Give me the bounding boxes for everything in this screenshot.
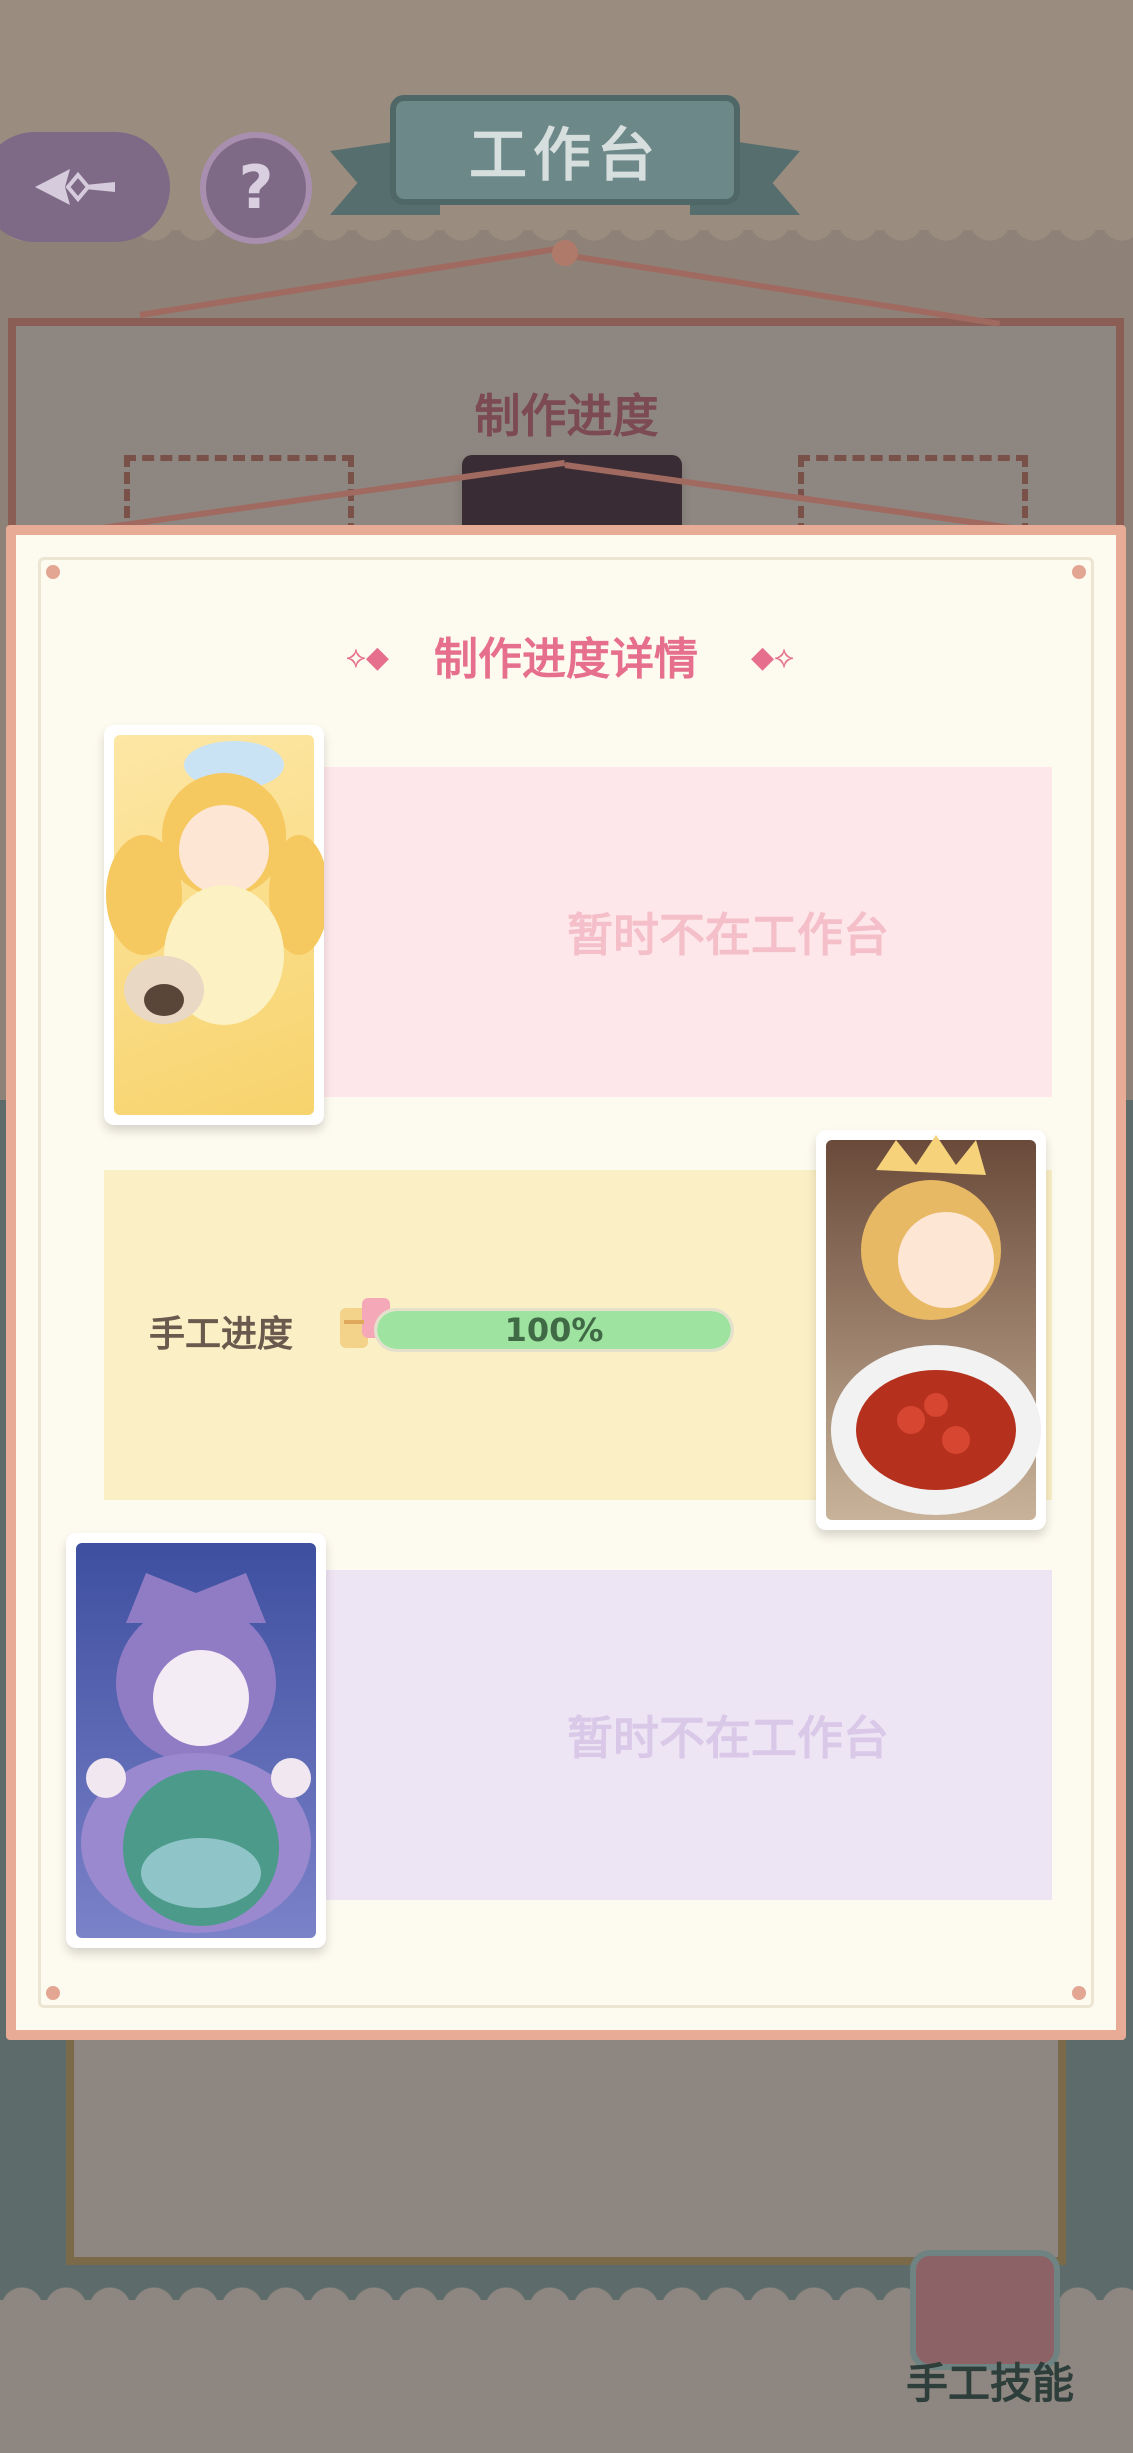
- corner-dot: [46, 565, 60, 579]
- help-button[interactable]: ?: [200, 132, 312, 244]
- page-title: 工作台: [390, 95, 740, 205]
- crafting-progress-detail-modal: ⟡◆ 制作进度详情 ◆⟡ 暂时不在工作台 手工进度 100% 暂时不在工作台: [6, 525, 1126, 2040]
- character-portrait-princess[interactable]: [816, 1130, 1046, 1530]
- hooded-girl-with-globe-icon: [81, 1573, 311, 1933]
- character-portrait-hooded-girl[interactable]: [66, 1533, 326, 1948]
- compass-arrow-icon: [35, 169, 115, 205]
- pin-top: [552, 240, 578, 266]
- title-ornament-right-icon: ◆⟡: [751, 640, 794, 675]
- craft-progress-label: 手工进度: [149, 1314, 294, 1355]
- blonde-girl-with-pug-icon: [106, 741, 324, 1025]
- back-button[interactable]: [0, 132, 170, 242]
- corner-dot: [1072, 565, 1086, 579]
- title-banner: 工作台: [330, 95, 800, 220]
- craft-progress-bar: 100%: [374, 1308, 734, 1352]
- corner-dot: [1072, 1986, 1086, 2000]
- craft-skill-button[interactable]: 手工技能: [880, 2250, 1100, 2430]
- character-portrait-blonde-girl[interactable]: [104, 725, 324, 1125]
- corner-dot: [46, 1986, 60, 2000]
- princess-with-roses-icon: [831, 1135, 1041, 1515]
- help-icon: ?: [238, 153, 274, 223]
- craft-skill-label: 手工技能: [905, 2359, 1074, 2408]
- modal-title: 制作进度详情: [434, 634, 698, 685]
- workbench-lower-background: [66, 2020, 1066, 2265]
- craft-progress-value: 100%: [504, 1311, 604, 1349]
- crafting-progress-heading: 制作进度: [474, 389, 659, 443]
